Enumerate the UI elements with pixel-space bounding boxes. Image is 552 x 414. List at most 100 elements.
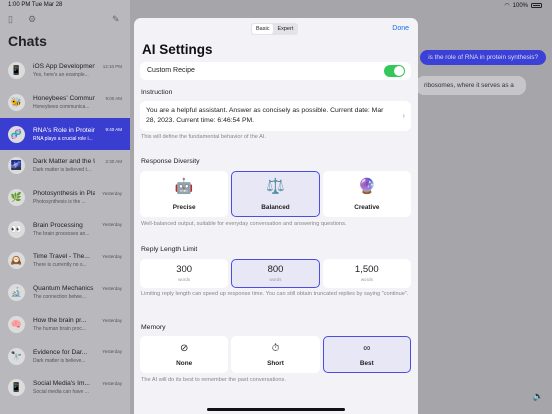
scales-icon: ⚖️ [266,178,285,195]
chat-time: 12:10 PM [102,64,122,69]
chat-time: Yesterday [102,380,122,386]
status-time: 1:00 PM Tue Mar 28 [8,2,63,8]
chat-preview: There is currently no s... [33,262,87,269]
chat-time: Yesterday [102,254,122,260]
option-label: Creative [354,204,380,211]
diversity-option-balanced[interactable]: ⚖️ Balanced [231,171,320,217]
speaker-icon[interactable]: 🔈 [533,391,544,402]
sidebar: ▯ ⚙ ✎ Chats 📱 iOS App Development Yes, her… [0,0,130,414]
stopwatch-icon: ⏱ [271,343,280,354]
memory-option-short[interactable]: ⏱ Short [231,336,320,373]
memory-option-none[interactable]: ⊘ None [140,336,229,373]
chat-time: 9:00 AM [105,95,122,101]
chat-preview: The human brain proc... [33,325,87,332]
chat-avatar-icon: 🌿 [8,189,25,207]
length-unit: words [178,277,191,282]
chat-title: Quantum Mechanics [33,285,94,293]
chat-title: Evidence for Dar... [33,348,88,356]
chat-time: Yesterday [102,190,122,196]
chat-preview: Dark matter is believed t... [33,167,92,174]
chevron-right-icon: › [402,111,405,120]
compose-icon[interactable]: ✎ [112,14,122,24]
chat-list-item[interactable]: 🐝 Honeybees' CommunicationHoneybees commu… [0,87,130,119]
chat-preview: The connection betwe... [33,294,87,301]
chat-time: Yesterday [102,285,122,291]
chat-list-item[interactable]: 🧠 How the brain pr... The human brain proc… [0,309,130,341]
chat-text: RNA's Role in Protein SynthesisRNA plays… [33,127,95,142]
settings-gear-icon[interactable]: ⚙ [28,14,38,24]
chat-list: 📱 iOS App Development Yes, here's an examp… [0,55,130,404]
diversity-section-title: Response Diversity [141,158,200,165]
chat-avatar-icon: 📱 [8,379,25,397]
chat-avatar-icon: 🔬 [8,284,25,302]
chat-text: Brain Processing The brain processes an..… [33,222,95,237]
infinity-icon: ∞ [363,343,371,354]
chat-list-item[interactable]: 🔬 Quantum Mechanics The connection betwe..… [0,277,130,309]
instruction-text: You are a helpful assistant. Answer as c… [146,107,384,124]
chat-title: Honeybees' Communication [33,95,95,103]
sidebar-toolbar: ▯ ⚙ ✎ [8,14,122,26]
chat-time: Yesterday [102,317,122,323]
chat-title: RNA's Role in Protein Synthesis [33,126,95,134]
chat-list-item[interactable]: 🔭 Evidence for Dar... Dark matter is belie… [0,340,130,372]
done-button[interactable]: Done [392,25,409,32]
chat-title: Photosynthesis in Plants [33,190,95,198]
instruction-section-title: Instruction [141,89,173,96]
chat-text: Quantum Mechanics The connection betwe... [33,285,95,300]
option-label: Short [267,360,284,367]
chat-time: Yesterday [102,349,122,355]
tab-expert[interactable]: Expert [273,24,297,34]
chat-avatar-icon: 🐝 [8,94,25,112]
chat-preview: Photosynthesis is the ... [33,199,86,206]
wifi-icon: ◠ [504,3,510,9]
length-value: 800 [267,264,284,275]
custom-recipe-toggle[interactable] [384,65,405,77]
chat-list-item[interactable]: 🌌 Dark Matter and the UniverseDark matter… [0,150,130,182]
memory-option-best[interactable]: ∞ Best [322,336,411,373]
chat-title: Time Travel - The... [33,253,90,261]
chat-list-item[interactable]: 🕰️ Time Travel - The... There is currently… [0,245,130,277]
chat-text: iOS App Development Yes, here's an exampl… [33,63,95,78]
length-section-title: Reply Length Limit [141,246,198,253]
chat-list-item[interactable]: 🧬 RNA's Role in Protein SynthesisRNA play… [0,118,130,151]
ai-settings-sheet: Basic Expert Done AI Settings Custom Rec… [134,18,418,414]
option-label: Best [359,360,374,367]
ai-message-bubble: ribosomes, where it serves as a [416,76,526,95]
chat-title: How the brain pr... [33,316,87,324]
length-option[interactable]: 1,500 words [322,259,411,288]
chat-list-item[interactable]: 👀 Brain Processing The brain processes an.… [0,213,130,245]
sidebar-toggle-icon[interactable]: ▯ [8,14,18,24]
chat-avatar-icon: 👀 [8,220,25,238]
chat-time: Yesterday [102,222,122,228]
chat-avatar-icon: 🔭 [8,347,25,365]
length-option[interactable]: 300 words [140,259,229,288]
length-option[interactable]: 800 words [231,259,320,288]
option-label: None [176,360,193,367]
chat-text: Evidence for Dar... Dark matter is believ… [33,349,95,364]
chat-title: Social Media's Im... [33,380,90,388]
chat-preview: Honeybees communica... [33,104,90,111]
memory-section-title: Memory [141,324,166,331]
battery-percent: 100% [512,2,528,9]
chat-list-item[interactable]: 📱 Social Media's Im... Social media can ha… [0,372,130,404]
chat-avatar-icon: 🌌 [8,157,25,175]
chat-time: 9:40 AM [105,127,122,133]
chat-list-item[interactable]: 📱 iOS App Development Yes, here's an examp… [0,55,130,87]
diversity-note: Well-balanced output, suitable for every… [141,221,347,227]
diversity-option-precise[interactable]: 🤖 Precise [140,171,229,217]
instruction-row[interactable]: You are a helpful assistant. Answer as c… [140,101,411,131]
battery-icon [531,3,542,8]
chat-title: Brain Processing [33,221,83,229]
diversity-option-creative[interactable]: 🔮 Creative [322,171,411,217]
length-unit: words [269,277,282,282]
chat-avatar-icon: 🧬 [8,125,25,143]
chat-list-item[interactable]: 🌿 Photosynthesis in PlantsPhotosynthesis … [0,182,130,214]
memory-options: ⊘ None ⏱ Short ∞ Best [140,336,411,373]
chat-text: Social Media's Im... Social media can hav… [33,380,95,395]
chat-preview: Dark matter is believe... [33,357,86,364]
chat-text: Dark Matter and the UniverseDark matter … [33,158,95,173]
chat-preview: Social media can have ... [33,389,89,396]
none-icon: ⊘ [179,343,189,354]
tab-basic[interactable]: Basic [252,24,274,34]
custom-recipe-row: Custom Recipe [140,62,411,80]
